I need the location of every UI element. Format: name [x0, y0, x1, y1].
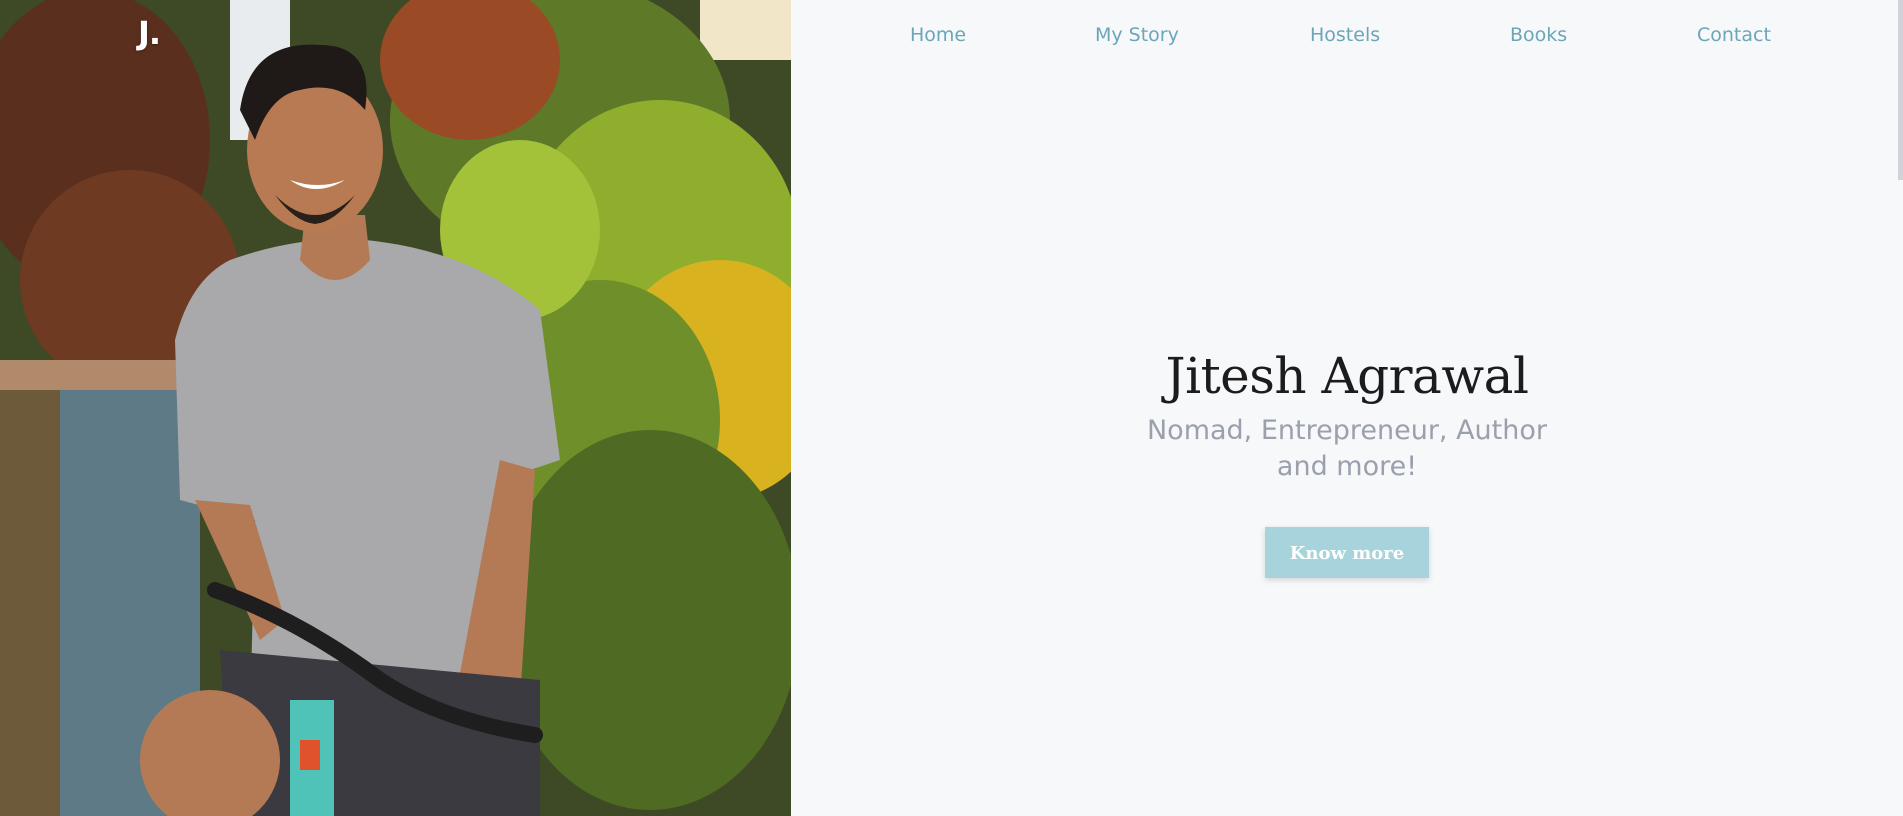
content-panel: Home My Story Hostels Books Contact Jite…: [791, 0, 1903, 816]
nav-my-story-link[interactable]: My Story: [1095, 24, 1179, 46]
know-more-button[interactable]: Know more: [1265, 527, 1429, 578]
hero-tagline: Nomad, Entrepreneur, Author and more!: [1146, 415, 1547, 482]
site-logo[interactable]: J.: [138, 14, 161, 52]
nav-hostels-link[interactable]: Hostels: [1310, 24, 1380, 46]
hero-photo-illustration: [0, 0, 791, 816]
page: J. Home My Story Hostels Books Contact J…: [0, 0, 1903, 816]
page-scrollbar[interactable]: [1898, 0, 1903, 180]
hero-name: Jitesh Agrawal: [1165, 347, 1529, 405]
hero-photo: J.: [0, 0, 791, 816]
hero-section: Jitesh Agrawal Nomad, Entrepreneur, Auth…: [791, 345, 1903, 578]
nav-contact-link[interactable]: Contact: [1697, 24, 1771, 46]
nav-books-link[interactable]: Books: [1510, 24, 1567, 46]
main-nav: Home My Story Hostels Books Contact: [791, 24, 1903, 54]
nav-home-link[interactable]: Home: [910, 24, 966, 46]
